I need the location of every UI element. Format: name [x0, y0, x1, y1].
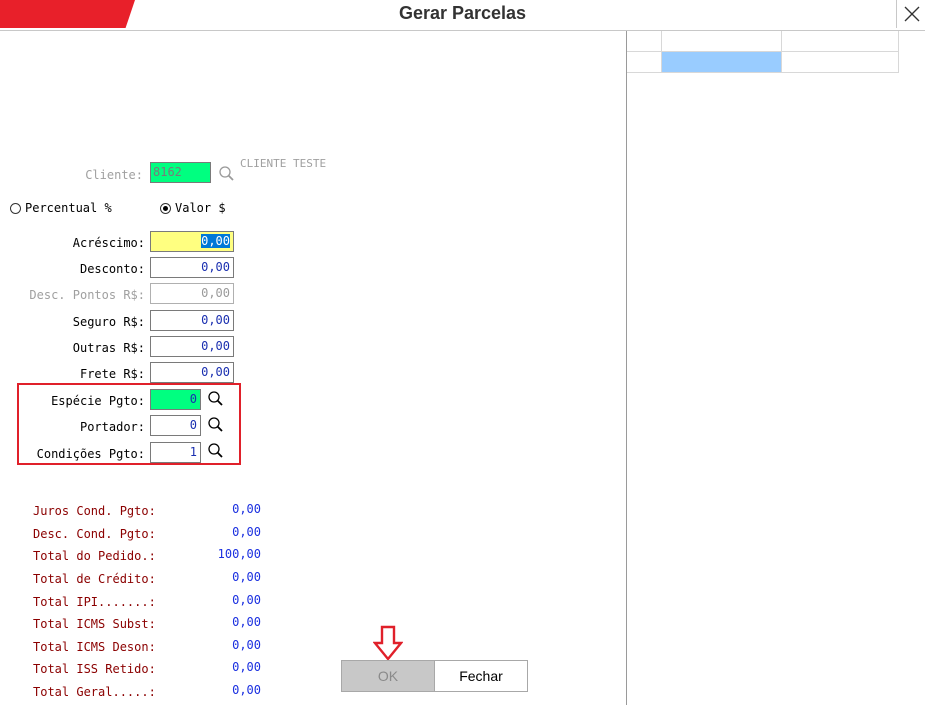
grid-selected-cell[interactable]	[662, 52, 782, 73]
portador-search-icon[interactable]	[207, 416, 225, 434]
total-label: Total IPI.......:	[33, 595, 156, 609]
acrescimo-value: 0,00	[201, 234, 230, 248]
total-value: 0,00	[232, 593, 261, 607]
portador-field[interactable]: 0	[150, 415, 201, 436]
total-value: 0,00	[232, 638, 261, 652]
total-label: Total do Pedido.:	[33, 549, 156, 563]
down-arrow-icon	[373, 625, 403, 661]
client-label: Cliente:	[85, 168, 143, 182]
total-label: Total Geral.....:	[33, 685, 156, 699]
radio-percentual-label: Percentual %	[25, 201, 112, 215]
desc-pontos-field: 0,00	[150, 283, 234, 304]
ok-button[interactable]: OK	[341, 660, 435, 692]
seguro-label: Seguro R$:	[72, 315, 145, 329]
frete-label: Frete R$:	[79, 367, 145, 381]
total-label: Juros Cond. Pgto:	[33, 504, 156, 518]
total-value: 0,00	[232, 525, 261, 539]
acrescimo-field[interactable]: 0,00	[150, 231, 234, 252]
total-label: Desc. Cond. Pgto:	[33, 527, 156, 541]
seguro-field[interactable]: 0,00	[150, 310, 234, 331]
grid-cell[interactable]	[782, 52, 899, 73]
condicoes-field[interactable]: 1	[150, 442, 201, 463]
total-value: 0,00	[232, 570, 261, 584]
client-code-field[interactable]: 8162	[150, 162, 211, 183]
portador-label: Portador:	[79, 420, 145, 434]
total-value: 0,00	[232, 660, 261, 674]
grid-row-indicator[interactable]	[627, 52, 662, 73]
radio-valor-label: Valor $	[175, 201, 226, 215]
close-window-button[interactable]	[896, 0, 925, 28]
total-value: 0,00	[232, 615, 261, 629]
total-value: 0,00	[232, 502, 261, 516]
outras-label: Outras R$:	[72, 341, 145, 355]
radio-percentual[interactable]: Percentual %	[10, 201, 112, 215]
desconto-label: Desconto:	[79, 262, 145, 276]
frete-field[interactable]: 0,00	[150, 362, 234, 383]
outras-field[interactable]: 0,00	[150, 336, 234, 357]
fechar-button[interactable]: Fechar	[434, 660, 528, 692]
acrescimo-label: Acréscimo:	[72, 236, 145, 250]
condicoes-label: Condições Pgto:	[36, 447, 145, 461]
total-value: 0,00	[232, 683, 261, 697]
condicoes-search-icon[interactable]	[207, 442, 225, 460]
desconto-field[interactable]: 0,00	[150, 257, 234, 278]
especie-field[interactable]: 0	[150, 389, 201, 410]
radio-circle	[10, 202, 21, 214]
total-label: Total ICMS Deson:	[33, 640, 156, 654]
total-value: 100,00	[217, 547, 261, 561]
grid-header-cell	[662, 31, 782, 52]
panel-divider	[626, 31, 627, 705]
radio-valor[interactable]: Valor $	[160, 201, 226, 215]
especie-label: Espécie Pgto:	[51, 394, 145, 408]
especie-search-icon[interactable]	[207, 390, 225, 408]
total-label: Total de Crédito:	[33, 572, 156, 586]
client-search-icon[interactable]	[218, 165, 236, 183]
total-label: Total ISS Retido:	[33, 662, 156, 676]
grid-header-cell	[627, 31, 662, 52]
installments-grid[interactable]	[627, 31, 899, 73]
close-icon	[904, 6, 920, 22]
client-name: CLIENTE TESTE	[240, 157, 327, 170]
grid-header-cell	[782, 31, 899, 52]
window-title: Gerar Parcelas	[398, 3, 527, 23]
desc-pontos-label: Desc. Pontos R$:	[29, 288, 145, 302]
total-label: Total ICMS Subst:	[33, 617, 156, 631]
radio-circle-selected	[160, 202, 171, 214]
